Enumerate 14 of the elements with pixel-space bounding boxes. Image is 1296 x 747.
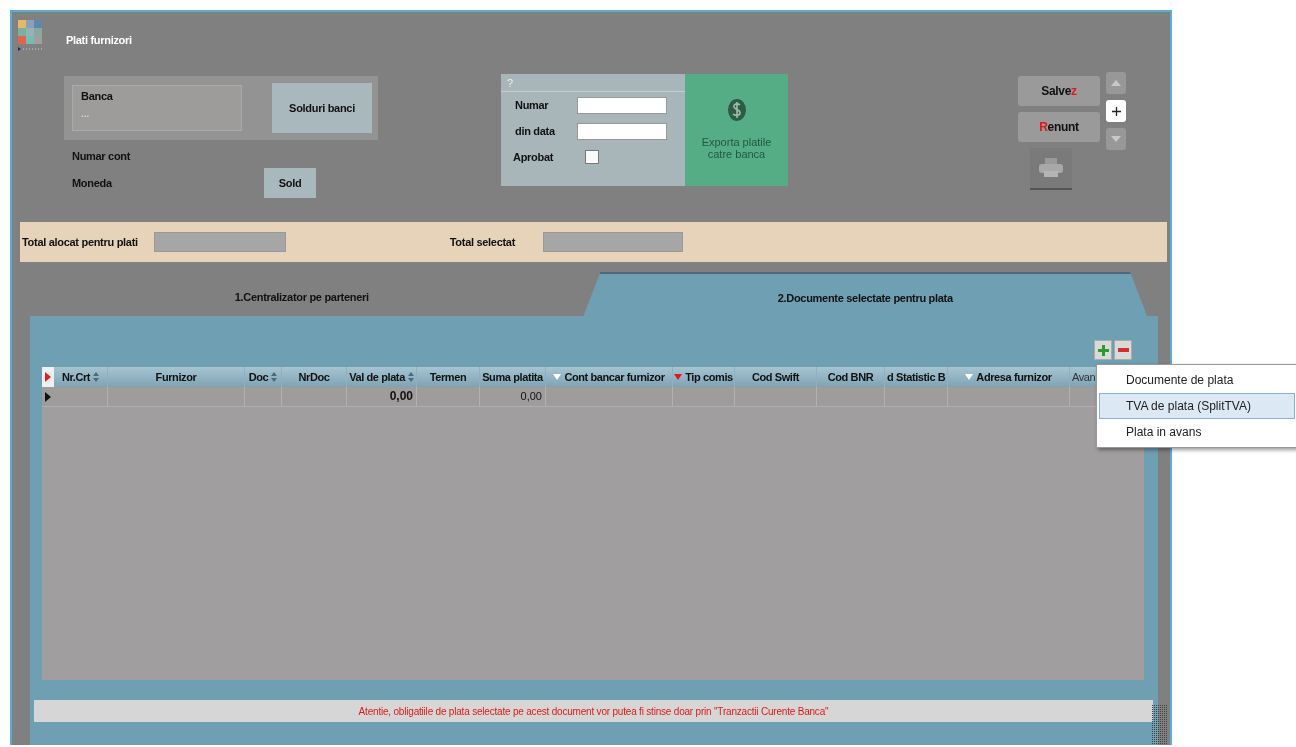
total-allocated-label: Total alocat pentru plati (22, 236, 138, 248)
window-title: Plati furnizori (66, 34, 132, 46)
currency-label: Moneda (72, 177, 114, 189)
total-selected-label: Total selectat (449, 236, 516, 248)
document-panel-header: ? (501, 74, 685, 92)
account-number-label: Numar cont (72, 150, 132, 162)
date-label: din data (515, 125, 557, 137)
number-label: Numar (515, 99, 550, 111)
approved-label: Aprobat (513, 151, 555, 163)
bank-value: ... (81, 108, 91, 119)
table-cell: 0,00 (389, 389, 413, 403)
table-cell: 0,00 (520, 390, 542, 402)
bank-label: Banca (81, 90, 114, 102)
warning-message: Atentie, obligatiile de plata selectate pe acest document vor putea fi stinse doar prin "Tranzactii Curente Banca" (34, 700, 1153, 722)
